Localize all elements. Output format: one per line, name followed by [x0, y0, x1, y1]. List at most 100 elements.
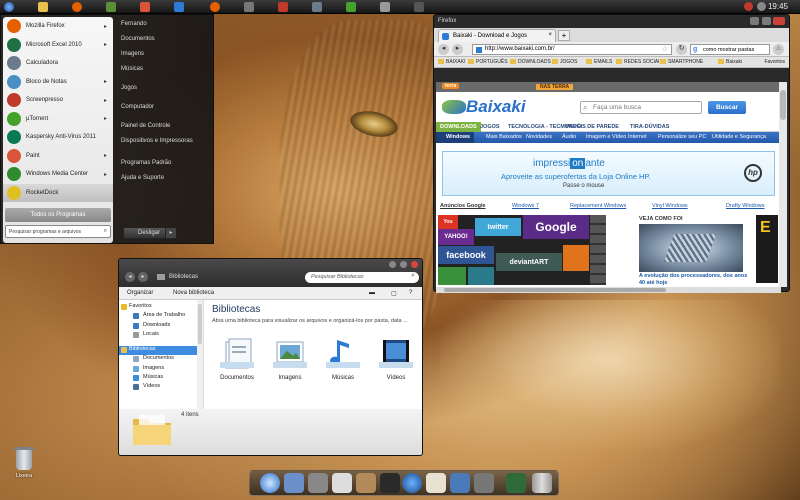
start-program-item[interactable]: Screenpresso ▸: [3, 91, 113, 110]
nav-pane-item[interactable]: Músicas: [119, 374, 203, 383]
clock[interactable]: 19:45: [768, 2, 788, 11]
start-place-item[interactable]: Dispositivos e Impressoras: [121, 138, 199, 160]
view-options-icon[interactable]: ▬: [369, 290, 375, 296]
submenu-arrow-icon[interactable]: ▸: [104, 41, 107, 48]
site-subnav-4[interactable]: Imagem e Vídeo: [586, 134, 626, 140]
explorer-search-input[interactable]: Pesquisar Bibliotecas ⌕: [305, 272, 419, 283]
start-place-item[interactable]: Documentos: [121, 36, 199, 51]
baixaki-logo-icon[interactable]: [442, 100, 466, 114]
ad-link-1[interactable]: Windows 7: [512, 203, 539, 209]
nav-pane-item[interactable]: Locais: [119, 331, 203, 340]
web-search-input[interactable]: g como mostrar pastas: [690, 44, 770, 55]
submenu-arrow-icon[interactable]: ▸: [104, 78, 107, 85]
ad-link-0[interactable]: Anúncios Google: [440, 203, 486, 209]
calculator-dock-icon[interactable]: [308, 473, 328, 493]
hp-banner-ad[interactable]: impressi on ante Aproveite as superofertas…: [436, 151, 781, 201]
new-tab-button[interactable]: +: [558, 30, 570, 41]
page-horizontal-scrollbar[interactable]: [436, 287, 781, 293]
close-button[interactable]: [773, 17, 785, 25]
system-dock-icon[interactable]: [474, 473, 494, 493]
site-nav-3[interactable]: PAPÉIS DE PAREDE: [566, 124, 619, 130]
site-subnav-1[interactable]: Mais Baixados: [486, 134, 522, 140]
taskbar-app-icon-11[interactable]: [380, 2, 390, 12]
taskbar-app-icon-4[interactable]: [140, 2, 150, 12]
start-place-item[interactable]: Computador: [121, 104, 199, 119]
news-caption-link[interactable]: A evolução dos processadores, dos anos 4…: [639, 273, 751, 287]
bookmark-item[interactable]: EMAILS: [586, 59, 612, 65]
forward-button[interactable]: ▸: [138, 272, 148, 282]
nav-pane-item[interactable]: Vídeos: [119, 383, 203, 392]
minimize-button[interactable]: [750, 17, 759, 25]
help-icon[interactable]: ?: [409, 290, 412, 296]
media-player-dock-icon[interactable]: [402, 473, 422, 493]
ad-link-4[interactable]: Drafty Windows: [726, 203, 765, 209]
navigation-scrollbar[interactable]: [197, 300, 203, 409]
chalkboard-dock-icon[interactable]: [506, 473, 526, 493]
start-program-item[interactable]: µTorrent ▸: [3, 110, 113, 129]
start-program-item[interactable]: RocketDock: [3, 183, 113, 202]
home-button[interactable]: ⌂: [773, 44, 784, 55]
start-place-item[interactable]: Ajuda e Suporte: [121, 175, 199, 190]
textedit-dock-icon[interactable]: [332, 473, 352, 493]
taskbar-app-icon-9[interactable]: [312, 2, 322, 12]
media-play-icon[interactable]: [744, 2, 753, 11]
start-program-item[interactable]: Paint ▸: [3, 147, 113, 166]
start-place-item[interactable]: Fernando: [121, 21, 199, 36]
movie-dock-icon[interactable]: [380, 473, 400, 493]
finder-dock-icon[interactable]: [284, 473, 304, 493]
social-mosaic-image[interactable]: You YAHOO! twitter Google facebook devia…: [438, 215, 606, 285]
tab-baixaki[interactable]: Baixaki - Download e Jogos ×: [438, 29, 556, 42]
start-program-item[interactable]: Calculadora: [3, 54, 113, 73]
taskbar-app-icon-6[interactable]: [210, 2, 220, 12]
firefox-taskbar-icon[interactable]: [72, 2, 82, 12]
terra-site-button[interactable]: NAS TERRA: [536, 84, 574, 90]
baixaki-logo[interactable]: Baixaki: [466, 97, 526, 117]
bookmark-item[interactable]: JOGOS: [552, 59, 578, 65]
start-program-item[interactable]: Microsoft Excel 2010 ▸: [3, 36, 113, 55]
forward-button[interactable]: ▸: [452, 44, 463, 55]
recycle-bin[interactable]: Lixeira: [12, 447, 36, 479]
organize-button[interactable]: Organizar: [127, 290, 153, 296]
bookmark-item[interactable]: DOWNLOADS: [510, 59, 551, 65]
bookmark-item[interactable]: BAIXAKI: [438, 59, 465, 65]
site-nav-1[interactable]: JOGOS: [480, 124, 500, 130]
close-tab-icon[interactable]: ×: [548, 32, 552, 38]
nav-pane-item[interactable]: Documentos: [119, 355, 203, 364]
network-icon[interactable]: [757, 2, 766, 11]
submenu-arrow-icon[interactable]: ▸: [104, 97, 107, 104]
page-vertical-scrollbar[interactable]: [779, 82, 787, 287]
start-place-item[interactable]: Imagens: [121, 51, 199, 66]
site-subnav-5[interactable]: Internet: [628, 134, 647, 140]
url-bar[interactable]: http://www.baixaki.com.br/ ☆: [472, 44, 672, 55]
maximize-button[interactable]: [762, 17, 771, 25]
site-nav-0[interactable]: DOWNLOADS: [436, 122, 481, 132]
submenu-arrow-icon[interactable]: ▸: [104, 171, 107, 178]
safari-dock-icon[interactable]: [260, 473, 280, 493]
shutdown-options-icon[interactable]: ▸: [165, 227, 177, 239]
nav-pane-item[interactable]: Bibliotecas: [119, 346, 203, 356]
back-button[interactable]: ◂: [438, 44, 449, 55]
start-place-item[interactable]: Programas Padrão: [121, 160, 199, 175]
nav-scroll-thumb[interactable]: [198, 304, 202, 344]
site-nav-4[interactable]: TIRA-DÚVIDAS: [630, 124, 669, 130]
submenu-arrow-icon[interactable]: ▸: [104, 23, 107, 30]
start-orb-icon[interactable]: [4, 2, 14, 12]
site-subnav-3[interactable]: Áudio: [562, 134, 576, 140]
terra-logo[interactable]: terra: [442, 83, 460, 89]
address-bar[interactable]: Bibliotecas: [155, 272, 305, 283]
taskbar-app-icon-5[interactable]: [174, 2, 184, 12]
monitor-dock-icon[interactable]: [450, 473, 470, 493]
taskbar-app-icon-3[interactable]: [106, 2, 116, 12]
bookmark-item[interactable]: REDES SOCIAIS: [616, 59, 663, 65]
explorer-titlebar[interactable]: ◂ ▸ Bibliotecas Pesquisar Bibliotecas ⌕: [119, 259, 422, 287]
new-library-button[interactable]: Nova biblioteca: [173, 290, 214, 296]
submenu-arrow-icon[interactable]: ▸: [104, 115, 107, 122]
all-programs-button[interactable]: Todos os Programas: [5, 208, 111, 222]
site-subnav-0[interactable]: Windows: [436, 132, 475, 143]
site-search-button[interactable]: Buscar: [708, 101, 746, 114]
nav-pane-item[interactable]: Área de Trabalho: [119, 312, 203, 321]
taskbar-app-icon-10[interactable]: [346, 2, 356, 12]
library-item[interactable]: Imagens: [265, 336, 315, 386]
submenu-arrow-icon[interactable]: ▸: [104, 152, 107, 159]
site-subnav-2[interactable]: Novidades: [526, 134, 552, 140]
